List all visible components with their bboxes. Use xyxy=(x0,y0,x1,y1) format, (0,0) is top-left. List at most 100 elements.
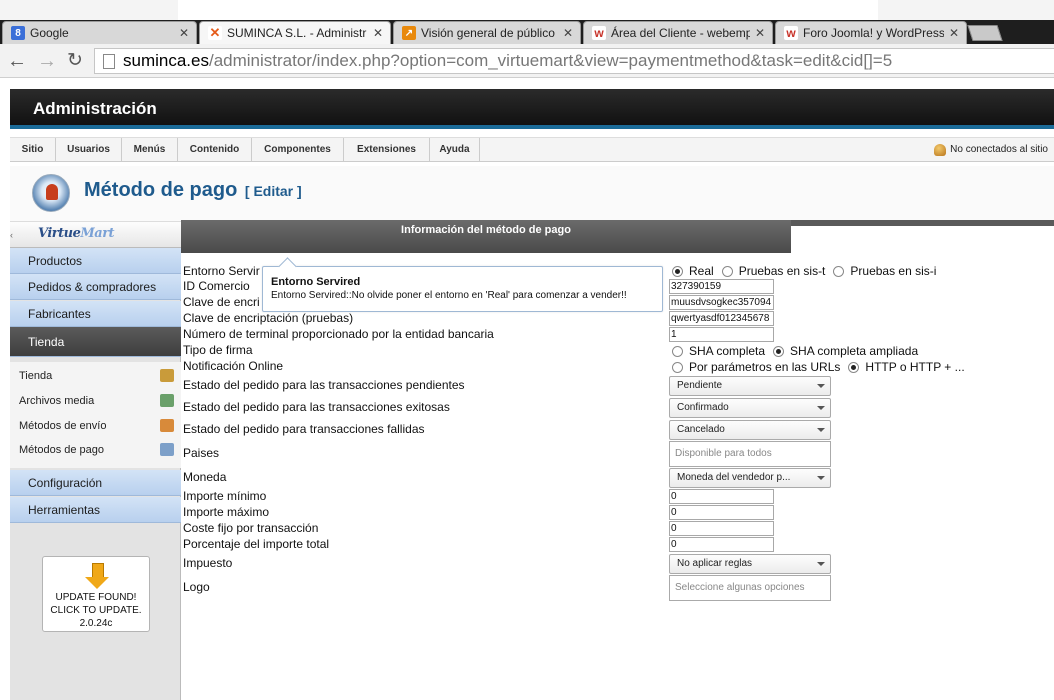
sidebar-section-configuracion[interactable]: Configuración xyxy=(10,470,181,496)
collapse-sidebar-icon[interactable]: ‹ xyxy=(10,225,18,245)
tab-close-icon[interactable]: ✕ xyxy=(754,26,766,40)
tipo-firma-label: Tipo de firma xyxy=(183,343,253,357)
tab-close-icon[interactable]: ✕ xyxy=(178,26,190,40)
browser-tab-google[interactable]: 8 Google ✕ xyxy=(2,21,197,44)
admin-title: Administración xyxy=(33,99,157,118)
importe-maximo-input[interactable]: 0 xyxy=(669,505,774,520)
importe-minimo-input[interactable]: 0 xyxy=(669,489,774,504)
sidebar-item-metodos-pago[interactable]: Métodos de pago xyxy=(10,438,181,462)
coste-fijo-input[interactable]: 0 xyxy=(669,521,774,536)
radio-option[interactable]: Pruebas en sis-i xyxy=(833,264,936,278)
url-host: suminca.es xyxy=(123,51,209,70)
sidebar-section-tienda[interactable]: Tienda xyxy=(10,327,181,357)
porcentaje-input[interactable]: 0 xyxy=(669,537,774,552)
logo-multiselect[interactable]: Seleccione algunas opciones xyxy=(669,575,831,601)
radio-button[interactable] xyxy=(833,265,845,277)
sidebar-section-pedidos[interactable]: Pedidos & compradores xyxy=(10,274,181,300)
paises-multiselect[interactable]: Disponible para todos xyxy=(669,441,831,467)
chevron-down-icon xyxy=(817,476,825,480)
page-title: Método de pago [ Editar ] xyxy=(84,179,302,202)
tab-title: Google xyxy=(30,26,69,40)
radio-button[interactable] xyxy=(848,361,860,373)
forward-arrow-icon[interactable]: → xyxy=(36,50,58,72)
select-value: Cancelado xyxy=(677,424,725,435)
sidebar-item-label: Métodos de pago xyxy=(19,444,105,456)
tooltip-body: Entorno Servired::No olvide poner el ent… xyxy=(271,290,627,301)
update-line-1: UPDATE FOUND! xyxy=(55,592,137,603)
virtuemart-sidebar: ‹ VirtueMart Productos Pedidos & comprad… xyxy=(10,222,181,700)
new-tab-button[interactable] xyxy=(967,25,1003,41)
estado-pendientes-label: Estado del pedido para las transacciones… xyxy=(183,378,465,392)
radio-option[interactable]: HTTP o HTTP + ... xyxy=(848,360,965,374)
notificacion-radio-group: Por parámetros en las URLs HTTP o HTTP +… xyxy=(672,360,973,374)
radio-button[interactable] xyxy=(773,345,785,357)
sidebar-section-herramientas[interactable]: Herramientas xyxy=(10,497,181,523)
select-value: Confirmado xyxy=(677,402,729,413)
clave-input[interactable]: muusdvsogkec357094 xyxy=(669,295,774,310)
sidebar-item-tienda[interactable]: Tienda xyxy=(10,364,181,388)
sidebar-item-metodos-envio[interactable]: Métodos de envío xyxy=(10,414,181,438)
google-favicon-icon: 8 xyxy=(11,26,25,40)
tab-close-icon[interactable]: ✕ xyxy=(562,26,574,40)
sidebar-section-fabricantes[interactable]: Fabricantes xyxy=(10,301,181,327)
payment-icon xyxy=(160,443,174,456)
update-notice-button[interactable]: UPDATE FOUND! CLICK TO UPDATE. 2.0.24c xyxy=(42,556,150,632)
radio-button[interactable] xyxy=(672,265,683,277)
terminal-input[interactable]: 1 xyxy=(669,327,774,342)
tab-title: Visión general de público xyxy=(421,26,555,40)
estado-fallidas-select[interactable]: Cancelado xyxy=(669,420,831,440)
moneda-select[interactable]: Moneda del vendedor p... xyxy=(669,468,831,488)
tab-close-icon[interactable]: ✕ xyxy=(948,26,960,40)
sidebar-item-label: Métodos de envío xyxy=(19,420,107,432)
browser-tab-area-cliente[interactable]: w Área del Cliente - webemp ✕ xyxy=(583,21,773,44)
page-icon xyxy=(103,53,115,69)
browser-tab-foro[interactable]: w Foro Joomla! y WordPress ✕ xyxy=(775,21,967,44)
media-icon xyxy=(160,394,174,407)
browser-tab-suminca[interactable]: ✕ SUMINCA S.L. - Administr ✕ xyxy=(199,21,391,44)
menu-item-contenido[interactable]: Contenido xyxy=(178,138,252,162)
address-bar[interactable]: suminca.es/administrator/index.php?optio… xyxy=(94,48,1054,74)
impuesto-select[interactable]: No aplicar reglas xyxy=(669,554,831,574)
admin-menu-bar: Sitio Usuarios Menús Contenido Component… xyxy=(10,137,1054,162)
menu-item-menus[interactable]: Menús xyxy=(122,138,178,162)
page-subtitle: [ Editar ] xyxy=(244,183,302,199)
reload-icon[interactable]: ↻ xyxy=(64,50,86,72)
coste-fijo-label: Coste fijo por transacción xyxy=(183,521,319,535)
radio-option[interactable]: Por parámetros en las URLs xyxy=(672,360,840,374)
clave-label: Clave de encri xyxy=(183,295,260,309)
sidebar-section-productos[interactable]: Productos xyxy=(10,248,181,274)
porcentaje-label: Porcentaje del importe total xyxy=(183,537,330,551)
radio-label: SHA completa xyxy=(689,344,766,358)
browser-tab-analytics[interactable]: ↗ Visión general de público ✕ xyxy=(393,21,581,44)
radio-button[interactable] xyxy=(672,361,683,373)
webempresa-favicon-icon: w xyxy=(592,26,606,40)
firma-radio-group: SHA completa SHA completa ampliada xyxy=(672,344,926,358)
radio-label: HTTP o HTTP + ... xyxy=(865,360,965,374)
estado-exitosas-select[interactable]: Confirmado xyxy=(669,398,831,418)
menu-item-extensiones[interactable]: Extensiones xyxy=(344,138,430,162)
browser-tabstrip: 8 Google ✕ ✕ SUMINCA S.L. - Administr ✕ … xyxy=(0,20,1054,44)
menu-item-usuarios[interactable]: Usuarios xyxy=(56,138,122,162)
menu-item-sitio[interactable]: Sitio xyxy=(10,138,56,162)
page-title-bar: Método de pago [ Editar ] xyxy=(10,166,1054,222)
sidebar-item-archivos-media[interactable]: Archivos media xyxy=(10,389,181,413)
estado-pendientes-select[interactable]: Pendiente xyxy=(669,376,831,396)
back-arrow-icon[interactable]: ← xyxy=(6,50,28,72)
radio-option[interactable]: Real xyxy=(672,264,714,278)
tab-title: Foro Joomla! y WordPress xyxy=(803,26,944,40)
radio-option[interactable]: Pruebas en sis-t xyxy=(721,264,826,278)
menu-item-ayuda[interactable]: Ayuda xyxy=(430,138,480,162)
menu-item-componentes[interactable]: Componentes xyxy=(252,138,344,162)
clave-pruebas-input[interactable]: qwertyasdf012345678 xyxy=(669,311,774,326)
radio-label: Pruebas en sis-t xyxy=(738,264,826,278)
window-strip-left xyxy=(0,0,178,20)
tab-close-icon[interactable]: ✕ xyxy=(372,26,384,40)
estado-exitosas-label: Estado del pedido para las transacciones… xyxy=(183,400,450,414)
radio-button[interactable] xyxy=(672,345,683,357)
radio-button[interactable] xyxy=(721,265,733,277)
brand-part-a: Virtue xyxy=(38,226,81,241)
select-value: Pendiente xyxy=(677,380,723,391)
radio-option[interactable]: SHA completa xyxy=(672,344,765,358)
id-comercio-input[interactable]: 327390159 xyxy=(669,279,774,294)
radio-option[interactable]: SHA completa ampliada xyxy=(773,344,918,358)
